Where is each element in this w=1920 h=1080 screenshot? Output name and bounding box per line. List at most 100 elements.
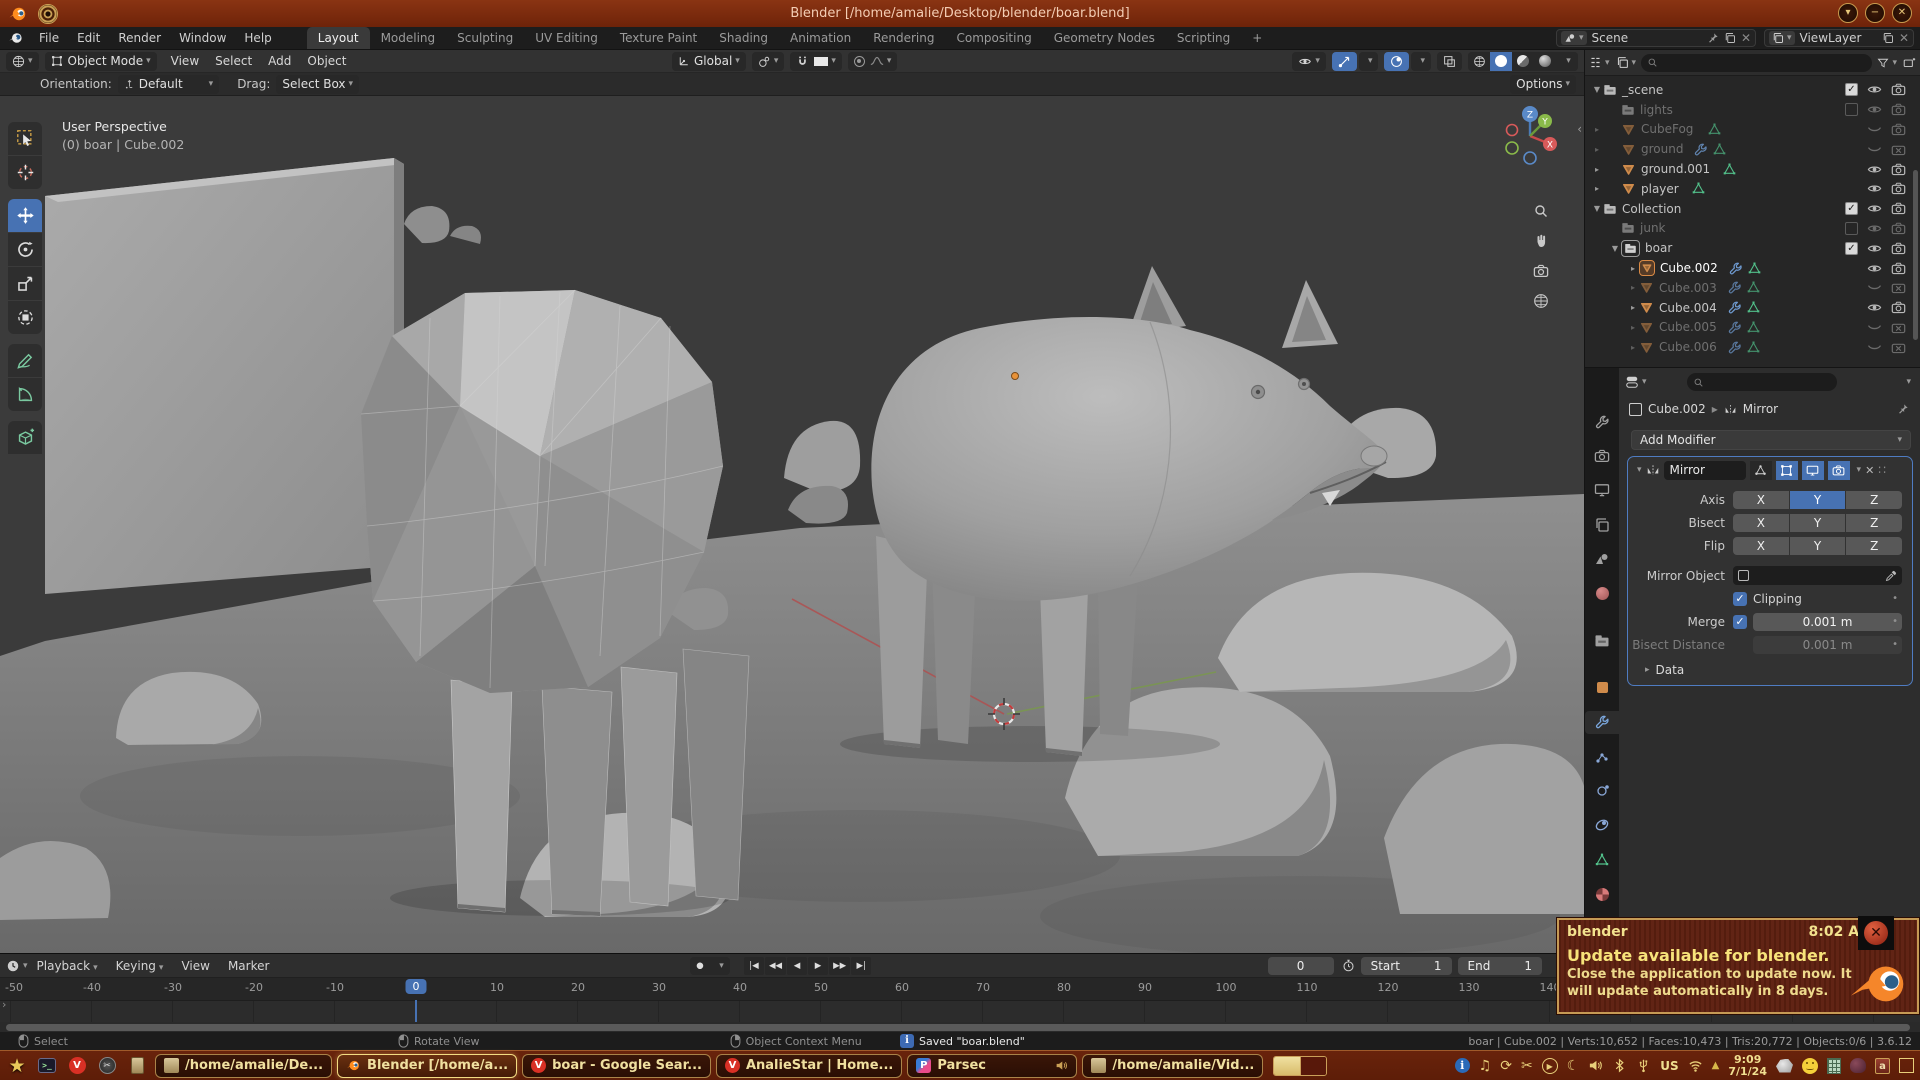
menu-select[interactable]: Select [207,54,260,68]
breadcrumb-object[interactable]: Cube.002 [1648,402,1706,416]
shading-material-button[interactable] [1512,52,1534,71]
shading-rendered-button[interactable] [1534,52,1556,71]
outliner-row-boar[interactable]: ▼ boar ✓ [1585,238,1920,258]
volume-icon[interactable] [1588,1058,1603,1073]
snapping-group[interactable]: ▾ [790,52,842,71]
pan-view-button[interactable] [1528,228,1554,254]
tab-uv-editing[interactable]: UV Editing [524,27,609,49]
new-view-layer-icon[interactable] [1882,32,1894,44]
tool-move[interactable] [8,199,42,232]
axis-x-button[interactable]: X [1733,491,1789,509]
tool-cursor[interactable] [8,156,42,189]
tool-rotate[interactable] [8,233,42,266]
gizmos-toggle[interactable] [1332,52,1357,71]
next-keyframe-button[interactable]: ▶▶ [829,957,850,975]
gizmos-dropdown[interactable]: ▾ [1359,52,1379,71]
menu-object[interactable]: Object [299,54,354,68]
tab-animation[interactable]: Animation [779,27,862,49]
wifi-icon[interactable] [1688,1058,1703,1073]
orientation-value-dropdown[interactable]: Default▾ [118,75,219,94]
menu-edit[interactable]: Edit [68,27,109,49]
keyboard-layout-indicator[interactable]: US [1660,1059,1678,1073]
pivot-point-dropdown[interactable]: ▾ [752,52,785,71]
tab-render[interactable] [1587,444,1617,467]
shading-solid-button[interactable] [1490,52,1512,71]
dictionary-icon[interactable]: a [1875,1058,1890,1074]
show-in-render-toggle[interactable] [1828,461,1850,480]
outliner-search-input[interactable] [1641,54,1872,72]
vivaldi-launcher[interactable]: V [64,1053,90,1079]
merge-threshold-field[interactable]: 0.001 m [1753,613,1902,631]
files-launcher[interactable] [124,1053,150,1079]
properties-options-dropdown[interactable]: ▾ [1906,377,1911,387]
outliner-row-cube006[interactable]: ▸ Cube.006 [1585,337,1920,357]
outliner-row-cubefog[interactable]: ▸ CubeFog [1585,120,1920,140]
outliner-filter-dropdown[interactable]: ▾ [1877,57,1897,69]
outliner-row-cube003[interactable]: ▸ Cube.003 [1585,278,1920,298]
tool-select-box[interactable] [8,122,42,155]
show-in-edit-mode-toggle[interactable] [1776,461,1798,480]
task-files-videos[interactable]: /home/amalie/Vid... [1082,1054,1263,1078]
drag-value-dropdown[interactable]: Select Box▾ [276,75,359,94]
info-tray-icon[interactable]: i [1455,1058,1470,1073]
tab-layout[interactable]: Layout [307,27,370,49]
menu-view[interactable]: View [172,959,218,973]
auto-keying-dropdown[interactable]: ▾ [710,957,730,975]
menu-window[interactable]: Window [170,27,235,49]
tab-modifiers[interactable] [1585,711,1619,734]
timeline-scrollbar[interactable] [6,1024,1910,1031]
outliner-editor-dropdown[interactable]: ▾ [1589,56,1610,69]
bluetooth-icon[interactable] [1612,1058,1627,1073]
flip-z-button[interactable]: Z [1846,537,1902,555]
use-preview-range-toggle[interactable] [1342,959,1355,972]
outliner-row-ground[interactable]: ▸ ground [1585,139,1920,159]
window-titlebar[interactable]: Blender [/home/amalie/Desktop/blender/bo… [0,0,1920,27]
menu-add[interactable]: Add [260,54,299,68]
zoom-view-button[interactable] [1528,198,1554,224]
play-reverse-button[interactable]: ◀ [787,957,807,975]
show-desktop-icon[interactable] [1899,1058,1914,1073]
playhead[interactable]: 0 [406,979,427,994]
updates-icon[interactable]: ⟳ [1500,1053,1512,1079]
tab-modeling[interactable]: Modeling [370,27,447,49]
tab-physics[interactable] [1587,779,1617,802]
menu-file[interactable]: File [30,27,68,49]
tab-material[interactable] [1587,882,1617,905]
tab-collection[interactable] [1587,629,1617,652]
show-object-types-dropdown[interactable]: ▾ [1292,52,1326,71]
music-player-icon[interactable]: ♫ [1479,1053,1492,1079]
current-frame-field[interactable]: 0 [1268,957,1334,975]
tab-shading[interactable]: Shading [708,27,779,49]
outliner-display-mode-dropdown[interactable]: ▾ [1616,56,1637,69]
auto-keying-toggle[interactable]: ● [690,957,710,975]
scene-selector[interactable]: ▾ Scene ✕ [1556,29,1756,47]
tab-compositing[interactable]: Compositing [945,27,1042,49]
new-scene-icon[interactable] [1724,32,1736,44]
close-window-button[interactable]: ✕ [1892,3,1912,23]
tool-transform[interactable] [8,301,42,334]
overlays-dropdown[interactable]: ▾ [1411,52,1431,71]
add-modifier-button[interactable]: Add Modifier ▾ [1631,430,1911,450]
panel-hide-arrow-icon[interactable]: ▲ [1712,1060,1720,1071]
camera-view-button[interactable] [1528,258,1554,284]
delete-modifier-button[interactable]: ✕ [1865,464,1874,477]
tab-texture-paint[interactable]: Texture Paint [609,27,708,49]
tab-tool[interactable] [1587,410,1617,433]
tool-annotate[interactable] [8,344,42,377]
outliner-row-ground001[interactable]: ▸ ground.001 [1585,159,1920,179]
stone-applet-icon[interactable] [1776,1059,1793,1073]
data-section-toggle[interactable]: ▸ Data [1642,663,1912,677]
night-light-icon[interactable]: ☾ [1567,1053,1580,1079]
notification-close-button[interactable]: ✕ [1858,916,1894,950]
tool-scale[interactable] [8,267,42,300]
task-browser-analiestar[interactable]: V AnalieStar | Home... [716,1054,902,1078]
tab-sculpting[interactable]: Sculpting [446,27,524,49]
media-play-icon[interactable]: ▶ [1542,1058,1558,1074]
menu-view[interactable]: View [163,54,207,68]
outliner-row-cube004[interactable]: ▸ Cube.004 [1585,298,1920,318]
pin-icon[interactable] [1707,32,1719,44]
channel-expand-arrow[interactable]: › [2,998,6,1011]
tab-object-data[interactable] [1587,848,1617,871]
jump-to-start-button[interactable]: |◀ [744,957,764,975]
outliner-row-scene[interactable]: ▼ _scene ✓ [1585,80,1920,100]
